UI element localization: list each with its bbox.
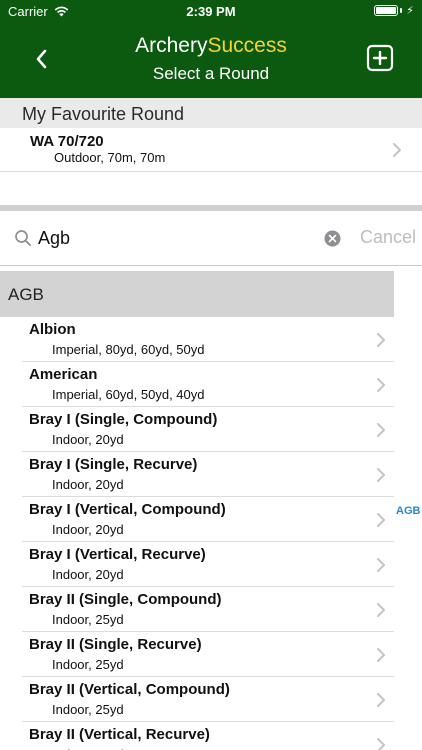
round-detail: Imperial, 60yd, 50yd, 40yd [52, 387, 205, 402]
battery-indicator: ⚡ [374, 4, 414, 17]
round-row[interactable]: Bray I (Single, Compound) Indoor, 20yd [0, 407, 394, 452]
chevron-right-icon [377, 558, 385, 572]
round-detail: Indoor, 20yd [52, 522, 124, 537]
round-row[interactable]: Bray II (Vertical, Compound) Indoor, 25yd [0, 677, 394, 722]
cancel-button[interactable]: Cancel [360, 227, 416, 248]
chevron-right-icon [377, 468, 385, 482]
round-detail: Indoor, 20yd [52, 567, 124, 582]
round-name: Bray II (Single, Recurve) [29, 636, 202, 653]
search-icon [15, 230, 31, 246]
favourite-round-row[interactable]: WA 70/720 Outdoor, 70m, 70m [0, 128, 422, 172]
search-bar: Cancel [0, 211, 422, 266]
round-group-title: AGB [8, 285, 44, 304]
round-name: Albion [29, 321, 76, 338]
chevron-right-icon [377, 693, 385, 707]
chevron-right-icon [377, 648, 385, 662]
round-name: Bray II (Vertical, Compound) [29, 681, 230, 698]
chevron-right-icon [377, 378, 385, 392]
chevron-right-icon [377, 738, 385, 750]
round-detail: Indoor, 20yd [52, 432, 124, 447]
app-title-part2: Success [207, 34, 287, 57]
chevron-right-icon [377, 603, 385, 617]
round-row[interactable]: Bray II (Vertical, Recurve)Indoor, 25yd [0, 722, 394, 750]
round-detail: Indoor, 25yd [52, 702, 124, 717]
round-detail: Imperial, 80yd, 60yd, 50yd [52, 342, 205, 357]
round-group-header: AGB [0, 271, 394, 317]
round-row[interactable]: Bray II (Single, Compound) Indoor, 25yd [0, 587, 394, 632]
round-name: American [29, 366, 98, 383]
round-detail: Indoor, 25yd [52, 612, 124, 627]
page-subtitle: Select a Round [152, 64, 270, 83]
app-title: ArcherySuccess [0, 34, 422, 58]
status-time: 2:39 PM [186, 4, 236, 19]
chevron-right-icon [393, 143, 401, 157]
chevron-right-icon [377, 333, 385, 347]
spacer [0, 172, 422, 205]
favourite-round-name: WA 70/720 [30, 133, 104, 150]
round-name: Bray II (Vertical, Recurve) [29, 726, 210, 743]
clear-search-icon[interactable] [324, 230, 341, 247]
search-input[interactable] [38, 224, 318, 252]
round-row[interactable]: American Imperial, 60yd, 50yd, 40yd [0, 362, 394, 407]
round-detail: Indoor, 25yd [52, 657, 124, 672]
round-name: Bray I (Vertical, Compound) [29, 501, 226, 518]
app-title-part1: Archery [135, 34, 208, 57]
round-row[interactable]: Bray I (Single, Recurve) Indoor, 20yd [0, 452, 394, 497]
round-list: Albion Imperial, 80yd, 60yd, 50yd American… [0, 317, 394, 750]
round-row[interactable]: Bray I (Vertical, Compound) Indoor, 20yd [0, 497, 394, 542]
round-name: Bray I (Single, Recurve) [29, 456, 198, 473]
chevron-right-icon [377, 423, 385, 437]
section-index-item[interactable]: AGB [396, 505, 420, 517]
add-icon[interactable] [366, 44, 394, 72]
round-row[interactable]: Bray I (Vertical, Recurve) Indoor, 20yd [0, 542, 394, 587]
favourite-header-label: My Favourite Round [22, 104, 185, 124]
navigation-header: Carrier 2:39 PM ⚡ ArcherySuccess Select … [0, 0, 422, 98]
charging-icon: ⚡ [406, 5, 414, 17]
round-row[interactable]: Bray II (Single, Recurve) Indoor, 25yd [0, 632, 394, 677]
favourite-round-detail: Outdoor, 70m, 70m [54, 150, 166, 165]
status-bar: Carrier 2:39 PM ⚡ [0, 0, 422, 22]
round-name: Bray II (Single, Compound) [29, 591, 222, 608]
battery-icon [374, 5, 399, 16]
round-detail: Indoor, 20yd [52, 477, 124, 492]
favourite-section-header: My Favourite Round [0, 98, 422, 128]
round-name: Bray I (Single, Compound) [29, 411, 218, 428]
round-name: Bray I (Vertical, Recurve) [29, 546, 206, 563]
round-row[interactable]: Albion Imperial, 80yd, 60yd, 50yd [0, 317, 394, 362]
chevron-right-icon [377, 513, 385, 527]
